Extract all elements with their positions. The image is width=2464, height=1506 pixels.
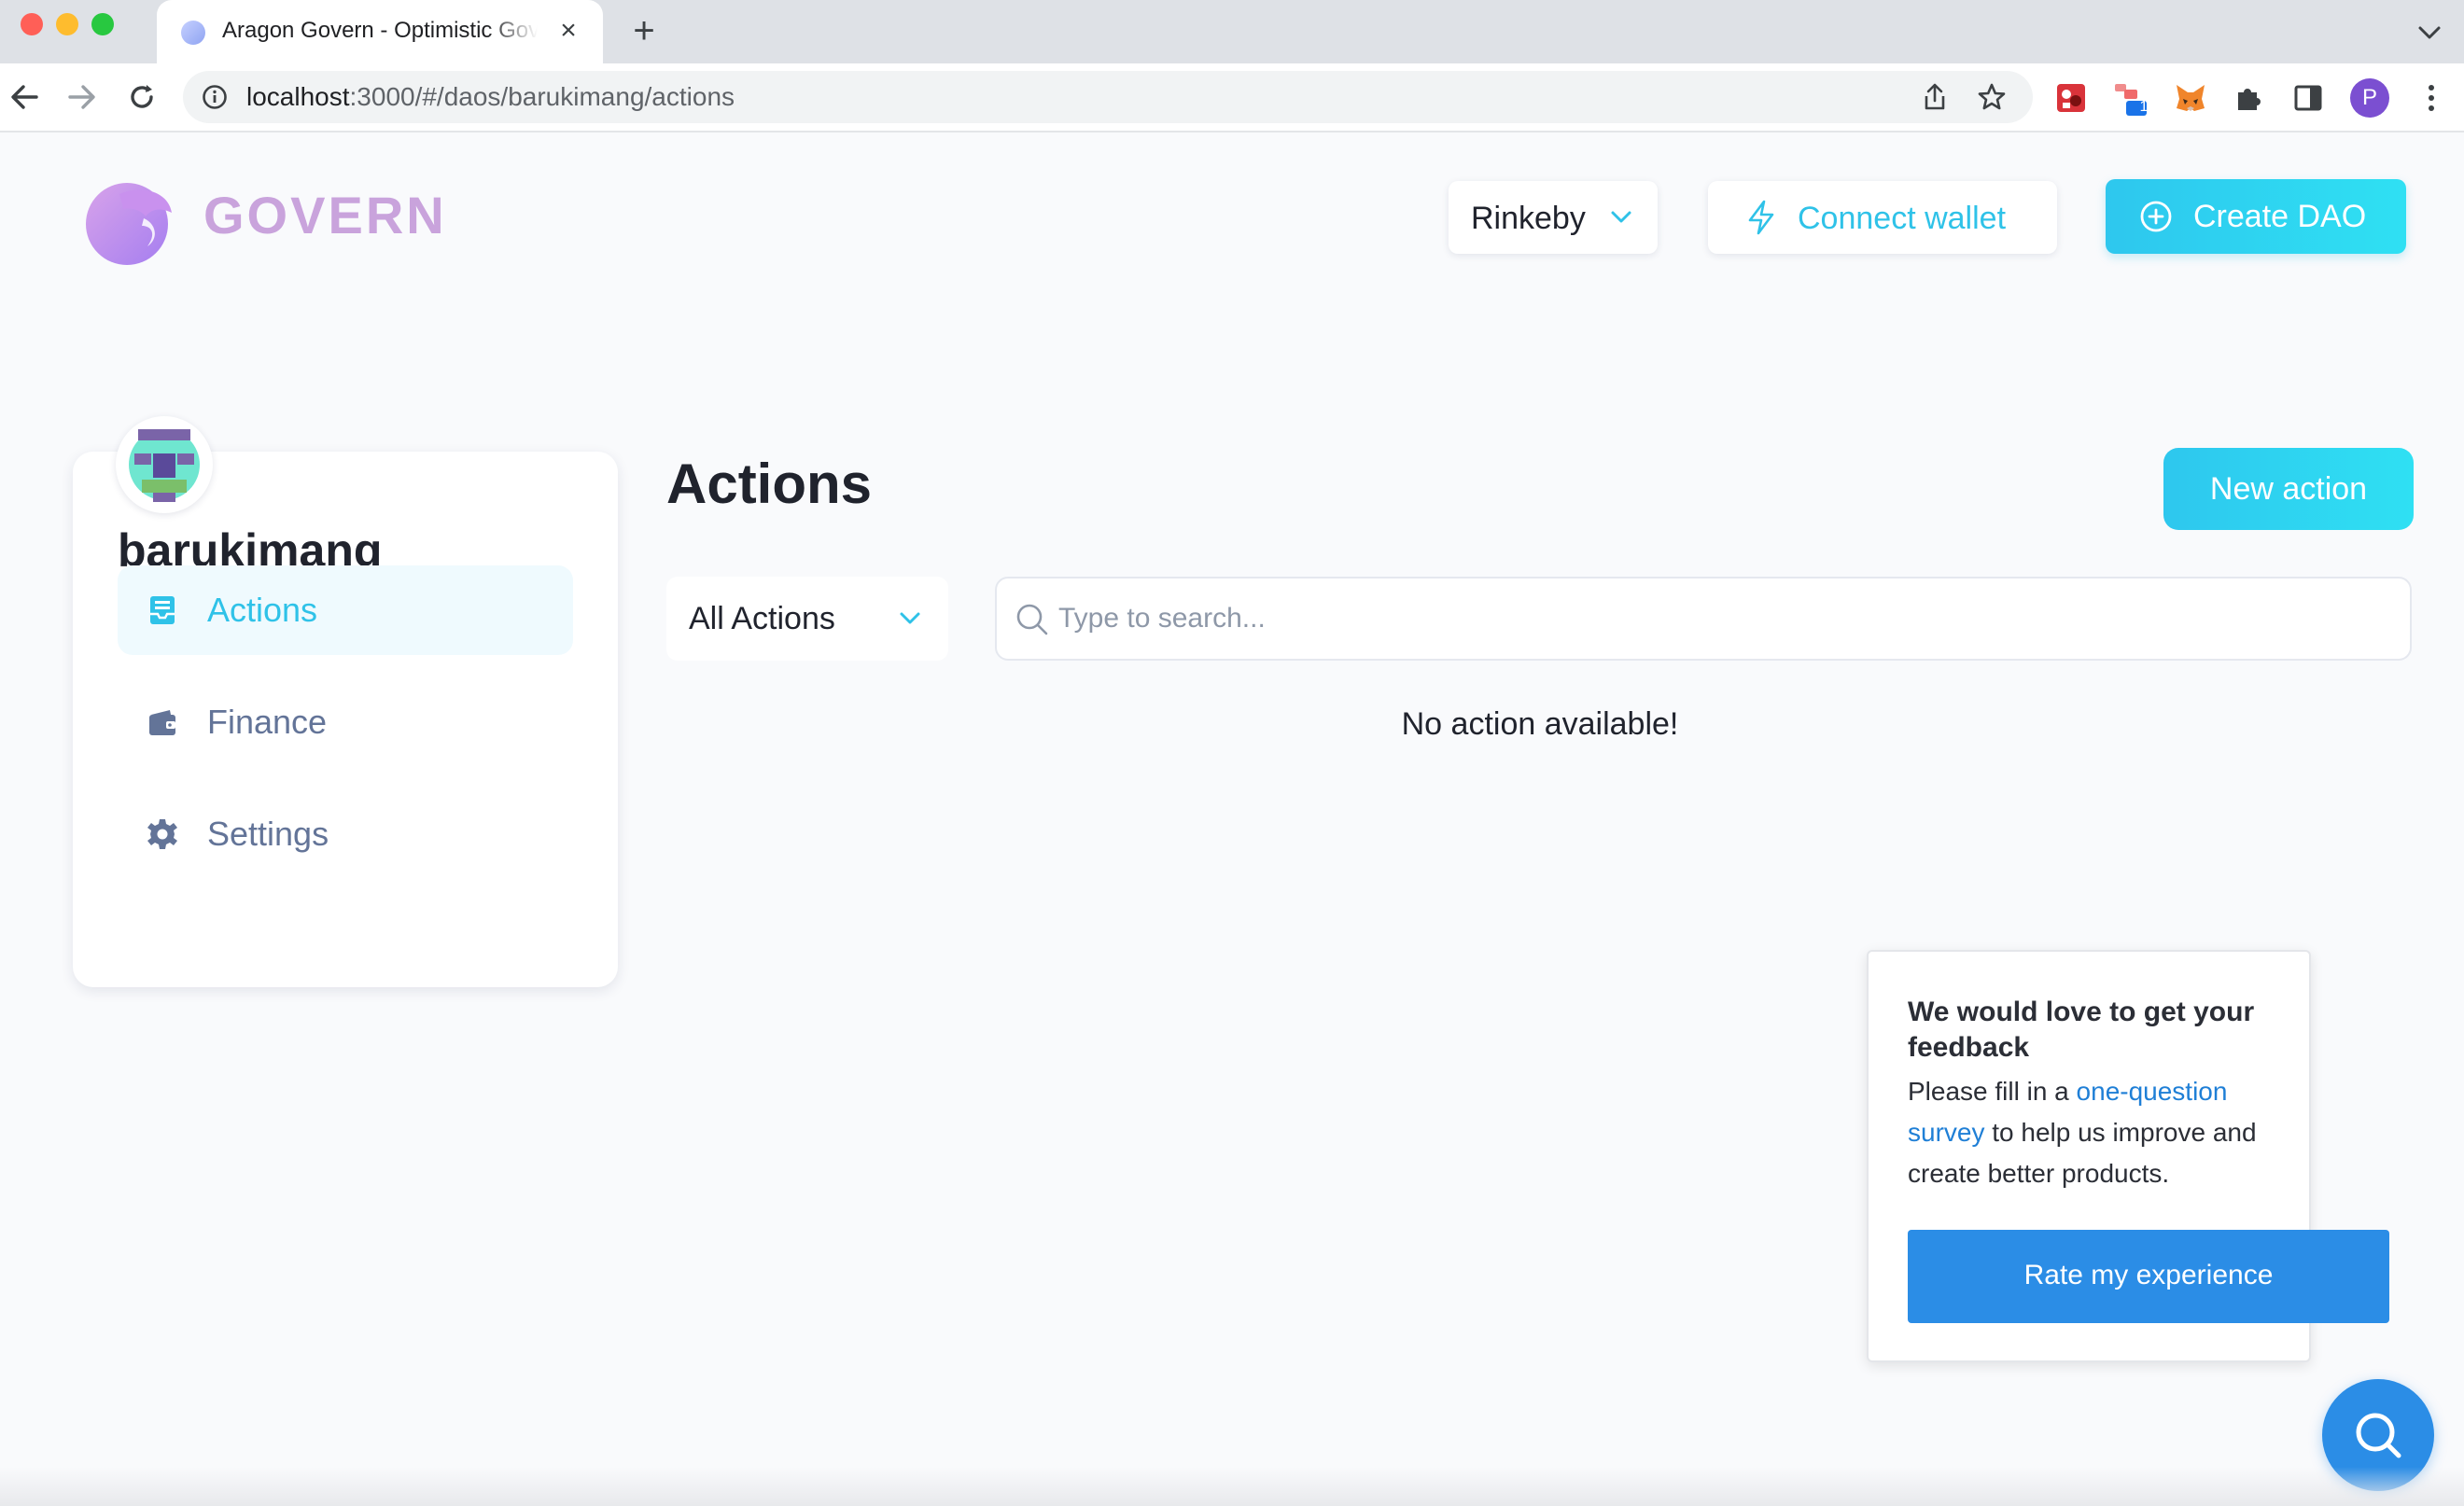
sidebar-item-settings[interactable]: Settings	[118, 789, 573, 879]
dao-avatar	[116, 416, 213, 513]
metamask-fox-icon[interactable]	[2173, 80, 2208, 116]
sidebar-item-label: Finance	[207, 703, 328, 741]
address-bar[interactable]: localhost:3000/#/daos/barukimang/actions	[183, 71, 2033, 123]
window-close-button[interactable]	[21, 13, 43, 35]
url-path: :3000/#/daos/barukimang/actions	[349, 82, 735, 111]
browser-tab-strip: Aragon Govern - Optimistic Governance × …	[0, 0, 2464, 63]
plus-circle-icon	[2140, 201, 2172, 232]
identicon-icon	[129, 429, 200, 502]
feedback-body: Please fill in a one-question survey to …	[1908, 1071, 2290, 1194]
actions-filter-dropdown[interactable]: All Actions	[666, 577, 948, 661]
inbox-icon	[150, 596, 175, 624]
extension-badge-icon[interactable]: 1	[2113, 80, 2149, 116]
network-selector[interactable]: Rinkeby	[1449, 181, 1658, 254]
dao-sidebar: barukimang Actions Finance Settings	[73, 452, 618, 987]
search-input[interactable]	[1058, 592, 2384, 646]
browser-tab[interactable]: Aragon Govern - Optimistic Governance ×	[157, 0, 603, 63]
extensions-puzzle-icon[interactable]	[2231, 80, 2266, 116]
url-host: localhost	[246, 82, 350, 111]
window-maximize-button[interactable]	[91, 13, 114, 35]
sidebar-item-actions[interactable]: Actions	[118, 565, 573, 655]
browser-toolbar: localhost:3000/#/daos/barukimang/actions…	[0, 63, 2464, 132]
gear-icon	[147, 819, 177, 849]
window-minimize-button[interactable]	[56, 13, 78, 35]
chevron-down-icon	[900, 612, 920, 624]
govern-logo-icon[interactable]	[82, 177, 175, 267]
connect-wallet-label: Connect wallet	[1798, 201, 2007, 236]
empty-state-message: No action available!	[1401, 706, 1679, 742]
search-icon	[2356, 1413, 2401, 1458]
extension-red-icon[interactable]	[2053, 80, 2089, 116]
connect-wallet-button[interactable]: Connect wallet	[1708, 181, 2057, 254]
url-text[interactable]: localhost:3000/#/daos/barukimang/actions	[246, 82, 735, 112]
create-dao-button[interactable]: Create DAO	[2106, 179, 2406, 254]
lightning-icon	[1748, 200, 1774, 235]
tab-close-icon[interactable]: ×	[553, 15, 584, 47]
bookmark-star-icon[interactable]	[1977, 82, 2007, 112]
side-panel-icon[interactable]	[2290, 80, 2326, 116]
favicon-icon	[181, 21, 205, 45]
share-icon[interactable]	[1921, 82, 1949, 112]
rate-experience-button[interactable]: Rate my experience	[1908, 1230, 2389, 1323]
filter-label: All Actions	[689, 601, 835, 636]
wallet-icon	[149, 710, 175, 735]
feedback-body-start: Please fill in a	[1908, 1077, 2077, 1106]
sidebar-item-label: Actions	[207, 591, 318, 629]
rate-experience-label: Rate my experience	[2023, 1260, 2274, 1290]
browser-menu-icon[interactable]	[2417, 80, 2445, 116]
forward-icon[interactable]	[62, 77, 103, 118]
new-tab-icon[interactable]: +	[625, 12, 663, 50]
app-page: GOVERN Rinkeby Connect wallet Create DAO…	[0, 132, 2464, 1506]
feedback-title: We would love to get your feedback	[1908, 997, 2255, 1063]
profile-avatar[interactable]: P	[2350, 78, 2389, 118]
sidebar-item-finance[interactable]: Finance	[118, 677, 573, 767]
create-dao-label: Create DAO	[2193, 199, 2367, 234]
search-icon	[1016, 604, 1048, 635]
network-label: Rinkeby	[1471, 201, 1586, 236]
tab-search-chevron-icon[interactable]	[2415, 21, 2443, 45]
reload-icon[interactable]	[121, 77, 162, 118]
extension-badge-count: 1	[2139, 99, 2149, 115]
site-info-icon[interactable]	[202, 84, 228, 110]
new-action-label: New action	[2209, 471, 2368, 507]
page-bottom-shadow	[0, 1467, 2464, 1506]
sidebar-item-label: Settings	[207, 815, 329, 853]
new-action-button[interactable]: New action	[2163, 448, 2414, 530]
page-title: Actions	[666, 453, 873, 515]
chevron-down-icon	[1611, 211, 1631, 223]
govern-logo-text[interactable]: GOVERN	[203, 185, 447, 246]
back-icon[interactable]	[4, 77, 45, 118]
tab-title: Aragon Govern - Optimistic Governance	[222, 18, 538, 43]
search-box[interactable]	[995, 577, 2412, 661]
feedback-popup: We would love to get your feedback Pleas…	[1867, 950, 2389, 1362]
